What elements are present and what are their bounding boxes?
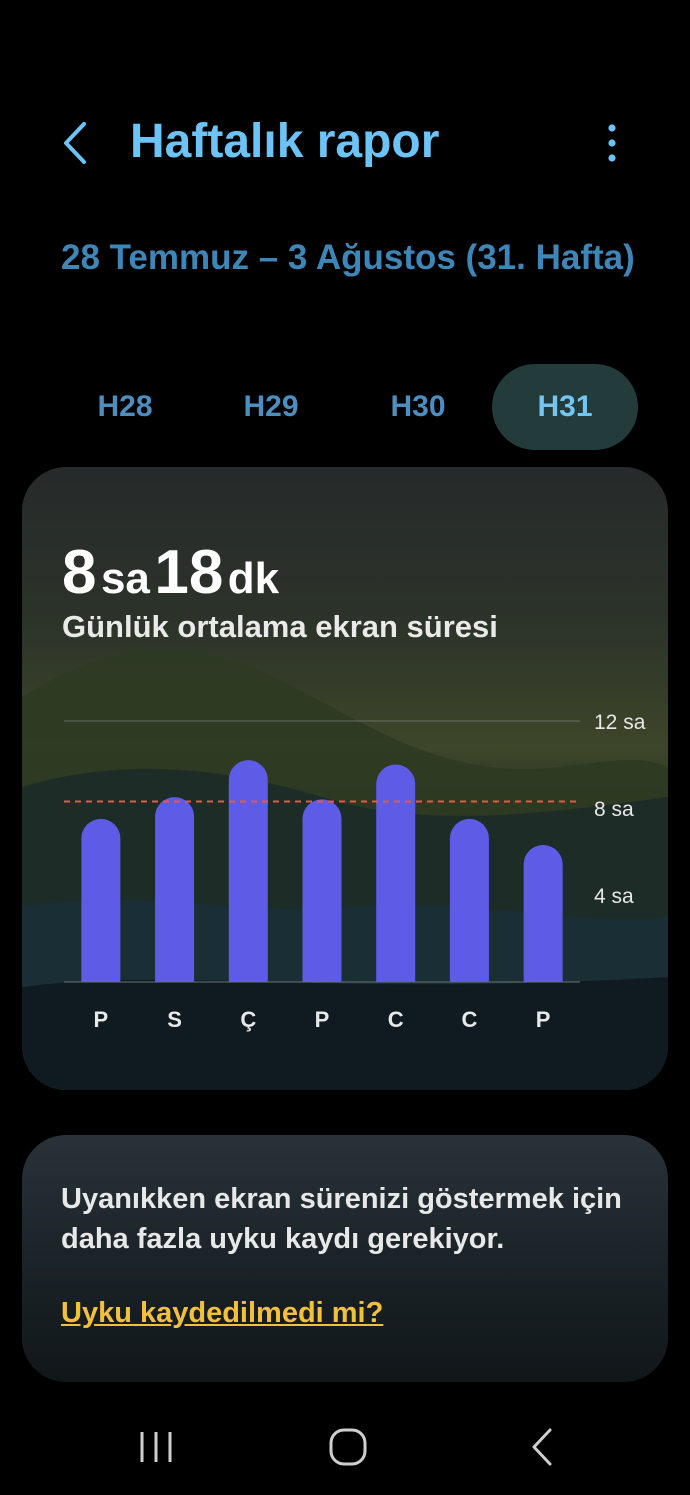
bar (449, 818, 489, 982)
bar (523, 844, 563, 982)
x-tick-label: C (388, 1007, 404, 1032)
weekly-bar-chart: 4 sa 8 sa 12 sa P S Ç P C C P (64, 711, 646, 1032)
average-hours-unit: sa (100, 554, 150, 603)
week-tabs: H28 H29 H30 H31 (52, 364, 638, 450)
x-tick-label: C (461, 1007, 477, 1032)
average-minutes-unit: dk (227, 554, 280, 603)
x-tick-label: P (94, 1007, 109, 1032)
y-tick-label: 8 sa (594, 798, 634, 821)
more-vertical-icon (608, 124, 616, 162)
page-title: Haftalık rapor (130, 115, 440, 168)
average-minutes: 18 (154, 538, 224, 607)
more-options-button[interactable] (592, 118, 632, 168)
average-screen-time: 8 sa 18 dk (62, 537, 279, 608)
chevron-left-icon (64, 122, 86, 164)
home-button[interactable] (318, 1422, 378, 1472)
x-tick-label: Ç (240, 1007, 256, 1032)
screen-time-card: 8 sa 18 dk Günlük ortalama ekran süresi … (22, 467, 668, 1090)
nav-back-button[interactable] (512, 1422, 572, 1472)
week-range-title: 28 Temmuz – 3 Ağustos (31. Hafta) (61, 238, 635, 277)
back-icon (532, 1428, 552, 1466)
bar (376, 764, 416, 982)
system-nav-bar (0, 1400, 690, 1495)
x-tick-label: P (536, 1007, 551, 1032)
sleep-info-card: Uyanıkken ekran sürenizi göstermek için … (22, 1135, 668, 1382)
x-tick-label: S (167, 1007, 182, 1032)
tab-h28[interactable]: H28 (52, 364, 198, 450)
bar (228, 760, 268, 982)
tab-h31[interactable]: H31 (492, 364, 638, 450)
average-screen-time-label: Günlük ortalama ekran süresi (62, 609, 498, 644)
home-icon (329, 1428, 367, 1466)
recent-apps-icon (140, 1432, 172, 1462)
bar (155, 797, 195, 982)
sleep-info-message: Uyanıkken ekran sürenizi göstermek için … (61, 1183, 622, 1255)
bar (302, 799, 342, 982)
sleep-not-recorded-link[interactable]: Uyku kaydedilmedi mi? (61, 1297, 383, 1330)
recent-apps-button[interactable] (126, 1422, 186, 1472)
x-tick-label: P (315, 1007, 330, 1032)
bar (81, 818, 121, 982)
average-hours: 8 (62, 538, 97, 607)
back-button[interactable] (58, 118, 98, 168)
y-tick-label: 12 sa (594, 711, 646, 734)
y-tick-label: 4 sa (594, 885, 634, 908)
app-header: Haftalık rapor (0, 100, 690, 190)
tab-h29[interactable]: H29 (198, 364, 344, 450)
tab-h30[interactable]: H30 (345, 364, 491, 450)
